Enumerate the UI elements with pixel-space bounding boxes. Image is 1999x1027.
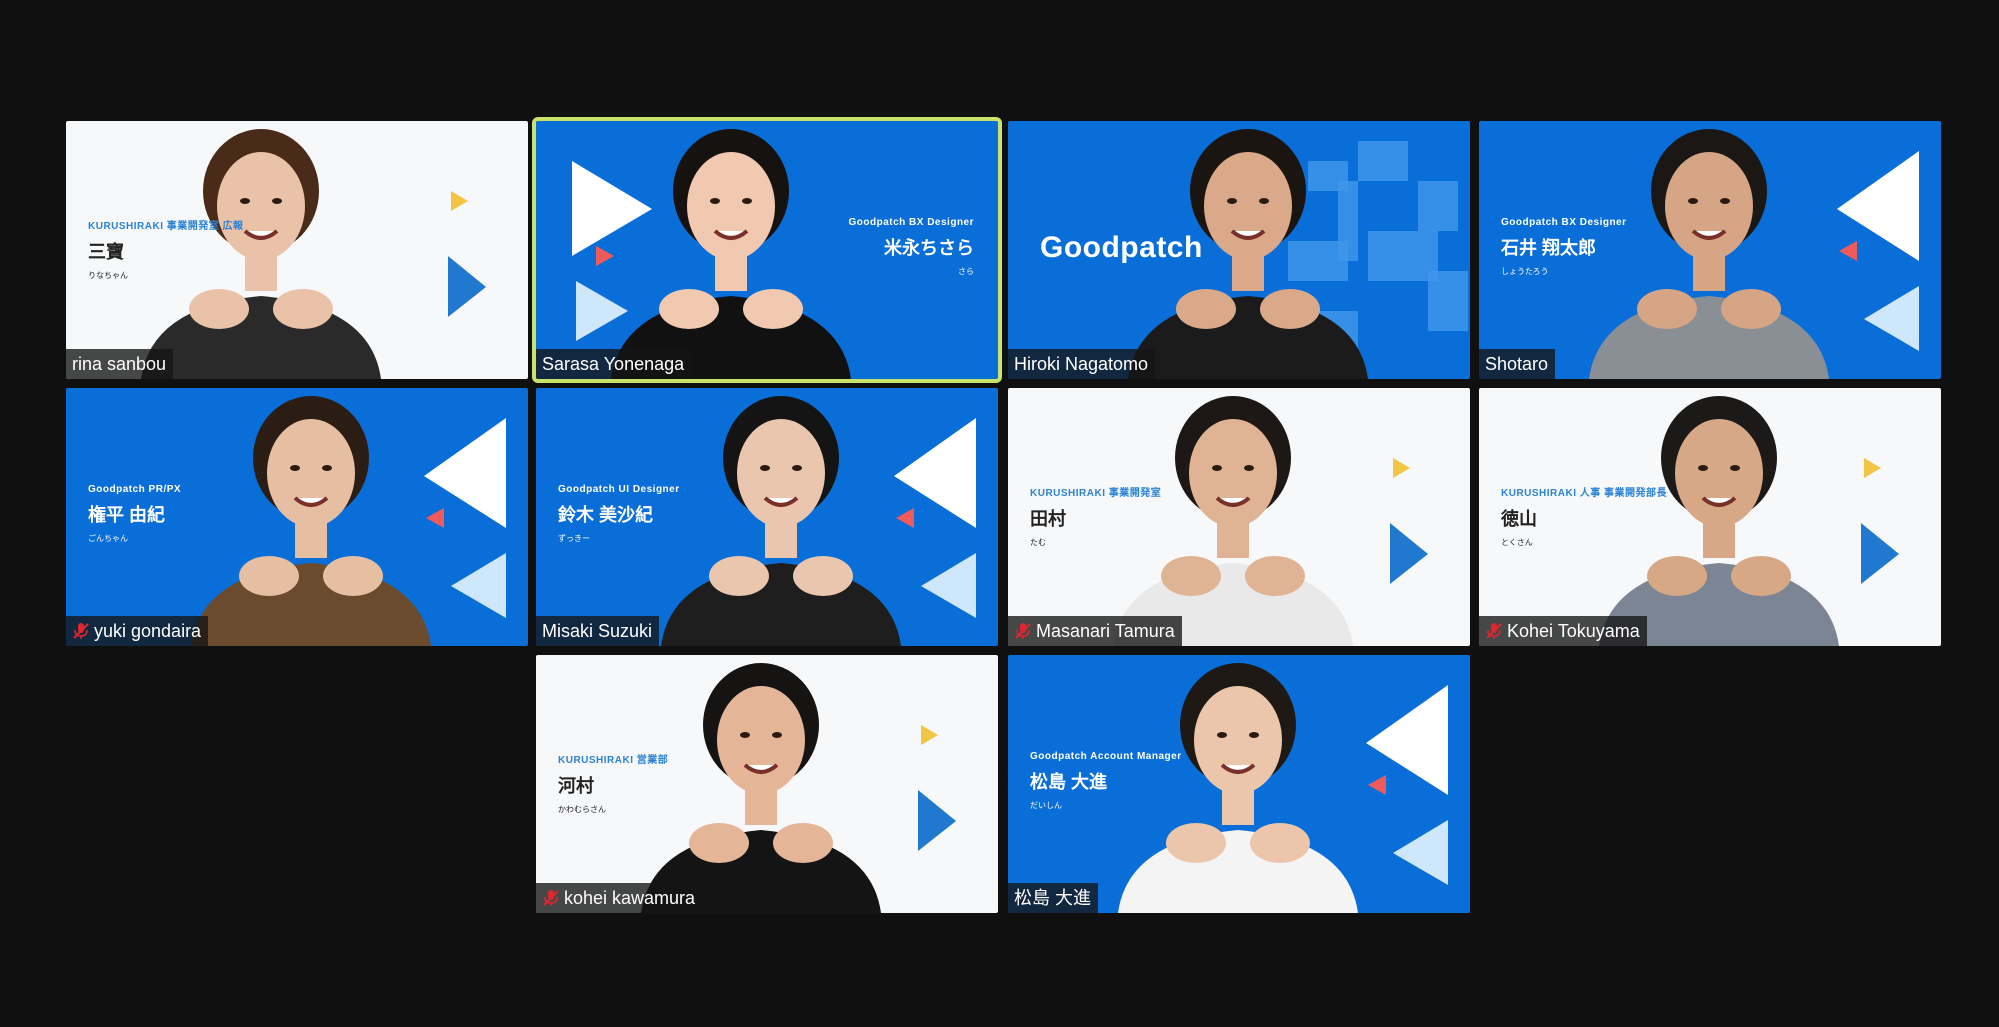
slide-light-triangle: [576, 281, 628, 341]
slide-nameplate: Goodpatch PR/PX 権平 由紀ごんちゃん: [88, 484, 181, 544]
slide-nickname: さら: [958, 267, 974, 276]
slide-nickname: りなちゃん: [88, 271, 128, 280]
gallery-grid: KURUSHIRAKI 事業開発室 広報三寶りなちゃん rina sanbou Go…: [0, 0, 1999, 1027]
microphone-muted-icon: [543, 890, 559, 906]
slide-nameplate: KURUSHIRAKI 事業開発室田村たむ: [1030, 484, 1161, 548]
slide-display-name: 松島 大進: [1030, 772, 1108, 792]
participant-video-person: [191, 396, 431, 646]
slide-light-triangle: [451, 553, 506, 618]
slide-light-triangle: [921, 553, 976, 618]
participant-name-label: 松島 大進: [1008, 883, 1099, 913]
participant-name: 松島 大進: [1014, 888, 1092, 908]
slide-nameplate: Goodpatch BX Designer 米永ちさらさら: [848, 217, 974, 277]
participant-video-person: [641, 663, 881, 913]
participant-tile[interactable]: Goodpatch UI Designer 鈴木 美沙紀ずっきー Misaki Su…: [536, 388, 998, 646]
slide-nameplate: KURUSHIRAKI 人事 事業開発部長徳山とくさん: [1501, 484, 1667, 548]
slide-blue-triangle: [1390, 523, 1428, 584]
slide-brand: Goodpatch Account Manager: [1030, 751, 1182, 762]
slide-white-triangle: [572, 161, 652, 256]
participant-name: Masanari Tamura: [1036, 621, 1175, 641]
participant-tile[interactable]: Goodpatch BX Designer 米永ちさらさら Sarasa Yonen…: [532, 117, 1002, 383]
slide-brand: Goodpatch PR/PX: [88, 484, 182, 495]
participant-name: Hiroki Nagatomo: [1014, 354, 1149, 374]
slide-light-triangle: [1393, 820, 1448, 885]
slide-blue-triangle: [1861, 523, 1899, 584]
participant-name: Misaki Suzuki: [542, 621, 653, 641]
slide-nickname: ごんちゃん: [88, 534, 128, 543]
goodpatch-logo: Goodpatch: [1040, 231, 1203, 264]
slide-nameplate: Goodpatch BX Designer 石井 翔太郎しょうたろう: [1501, 217, 1627, 277]
slide-red-triangle: [1368, 775, 1386, 795]
slide-nickname: たむ: [1030, 538, 1046, 547]
slide-nameplate: KURUSHIRAKI 事業開発室 広報三寶りなちゃん: [88, 217, 244, 281]
slide-display-name: 石井 翔太郎: [1501, 238, 1597, 258]
participant-name-label: yuki gondaira: [66, 616, 209, 646]
participant-tile[interactable]: KURUSHIRAKI 営業部河村かわむらさん kohei kawamura: [536, 655, 998, 913]
participant-name-label: Sarasa Yonenaga: [536, 349, 692, 379]
slide-display-name: 河村: [558, 776, 594, 796]
slide-brand: KURUSHIRAKI 事業開発室 広報: [88, 221, 244, 232]
slide-brand: KURUSHIRAKI 人事 事業開発部長: [1501, 488, 1668, 499]
participant-tile[interactable]: KURUSHIRAKI 事業開発室 広報三寶りなちゃん rina sanbou: [66, 121, 528, 379]
participant-tile[interactable]: Goodpatch BX Designer 石井 翔太郎しょうたろう Shotaro: [1479, 121, 1941, 379]
slide-nameplate: Goodpatch UI Designer 鈴木 美沙紀ずっきー: [558, 484, 680, 544]
slide-brand: Goodpatch UI Designer: [558, 484, 680, 495]
slide-nickname: とくさん: [1501, 538, 1533, 547]
slide-nameplate: KURUSHIRAKI 営業部河村かわむらさん: [558, 751, 668, 815]
slide-red-triangle: [1839, 241, 1857, 261]
slide-light-triangle: [1864, 286, 1919, 351]
slide-display-name: 三寶: [88, 242, 124, 262]
participant-name-label: rina sanbou: [66, 349, 174, 379]
participant-name-label: Shotaro: [1479, 349, 1556, 379]
participant-tile[interactable]: KURUSHIRAKI 人事 事業開発部長徳山とくさん Kohei Tokuyam…: [1479, 388, 1941, 646]
slide-white-triangle: [424, 418, 506, 528]
slide-blue-triangle: [918, 790, 956, 851]
participant-name: Shotaro: [1485, 354, 1549, 374]
slide-brand: KURUSHIRAKI 営業部: [558, 755, 669, 766]
participant-name-label: Hiroki Nagatomo: [1008, 349, 1156, 379]
slide-brand: KURUSHIRAKI 事業開発室: [1030, 488, 1162, 499]
microphone-muted-icon: [1015, 623, 1031, 639]
participant-tile[interactable]: Goodpatch Hiroki Nagatomo: [1008, 121, 1470, 379]
slide-white-triangle: [1837, 151, 1919, 261]
participant-name-label: Kohei Tokuyama: [1479, 616, 1647, 646]
slide-nickname: かわむらさん: [558, 805, 606, 814]
slide-display-name: 権平 由紀: [88, 505, 166, 525]
microphone-muted-icon: [1486, 623, 1502, 639]
slide-nickname: だいしん: [1030, 801, 1062, 810]
slide-white-triangle: [894, 418, 976, 528]
participant-tile[interactable]: Goodpatch PR/PX 権平 由紀ごんちゃん yuki gondaira: [66, 388, 528, 646]
participant-name: rina sanbou: [72, 354, 167, 374]
participant-name-label: Misaki Suzuki: [536, 616, 660, 646]
slide-white-triangle: [1366, 685, 1448, 795]
participant-name: yuki gondaira: [94, 621, 202, 641]
participant-name-label: kohei kawamura: [536, 883, 703, 913]
slide-yellow-triangle: [1393, 458, 1410, 478]
slide-display-name: 米永ちさら: [884, 238, 974, 258]
slide-nameplate: Goodpatch Account Manager 松島 大進だいしん: [1030, 751, 1182, 811]
slide-nickname: ずっきー: [558, 534, 590, 543]
slide-display-name: 田村: [1030, 509, 1066, 529]
slide-red-triangle: [596, 246, 614, 266]
slide-brand: Goodpatch BX Designer: [1501, 217, 1627, 228]
slide-brand: Goodpatch BX Designer: [848, 217, 974, 228]
slide-red-triangle: [426, 508, 444, 528]
participant-name: Kohei Tokuyama: [1507, 621, 1640, 641]
participant-video-person: [611, 129, 851, 379]
slide-nickname: しょうたろう: [1501, 267, 1549, 276]
slide-yellow-triangle: [1864, 458, 1881, 478]
microphone-muted-icon: [73, 623, 89, 639]
slide-yellow-triangle: [451, 191, 468, 211]
participant-name: Sarasa Yonenaga: [542, 354, 685, 374]
slide-red-triangle: [896, 508, 914, 528]
slide-blue-triangle: [448, 256, 486, 317]
slide-display-name: 鈴木 美沙紀: [558, 505, 654, 525]
slide-display-name: 徳山: [1501, 509, 1537, 529]
slide-yellow-triangle: [921, 725, 938, 745]
participant-name-label: Masanari Tamura: [1008, 616, 1182, 646]
participant-tile[interactable]: KURUSHIRAKI 事業開発室田村たむ Masanari Tamura: [1008, 388, 1470, 646]
participant-name: kohei kawamura: [564, 888, 696, 908]
participant-video-person: [661, 396, 901, 646]
participant-tile[interactable]: Goodpatch Account Manager 松島 大進 だいしん 松島 大進: [1008, 655, 1470, 913]
